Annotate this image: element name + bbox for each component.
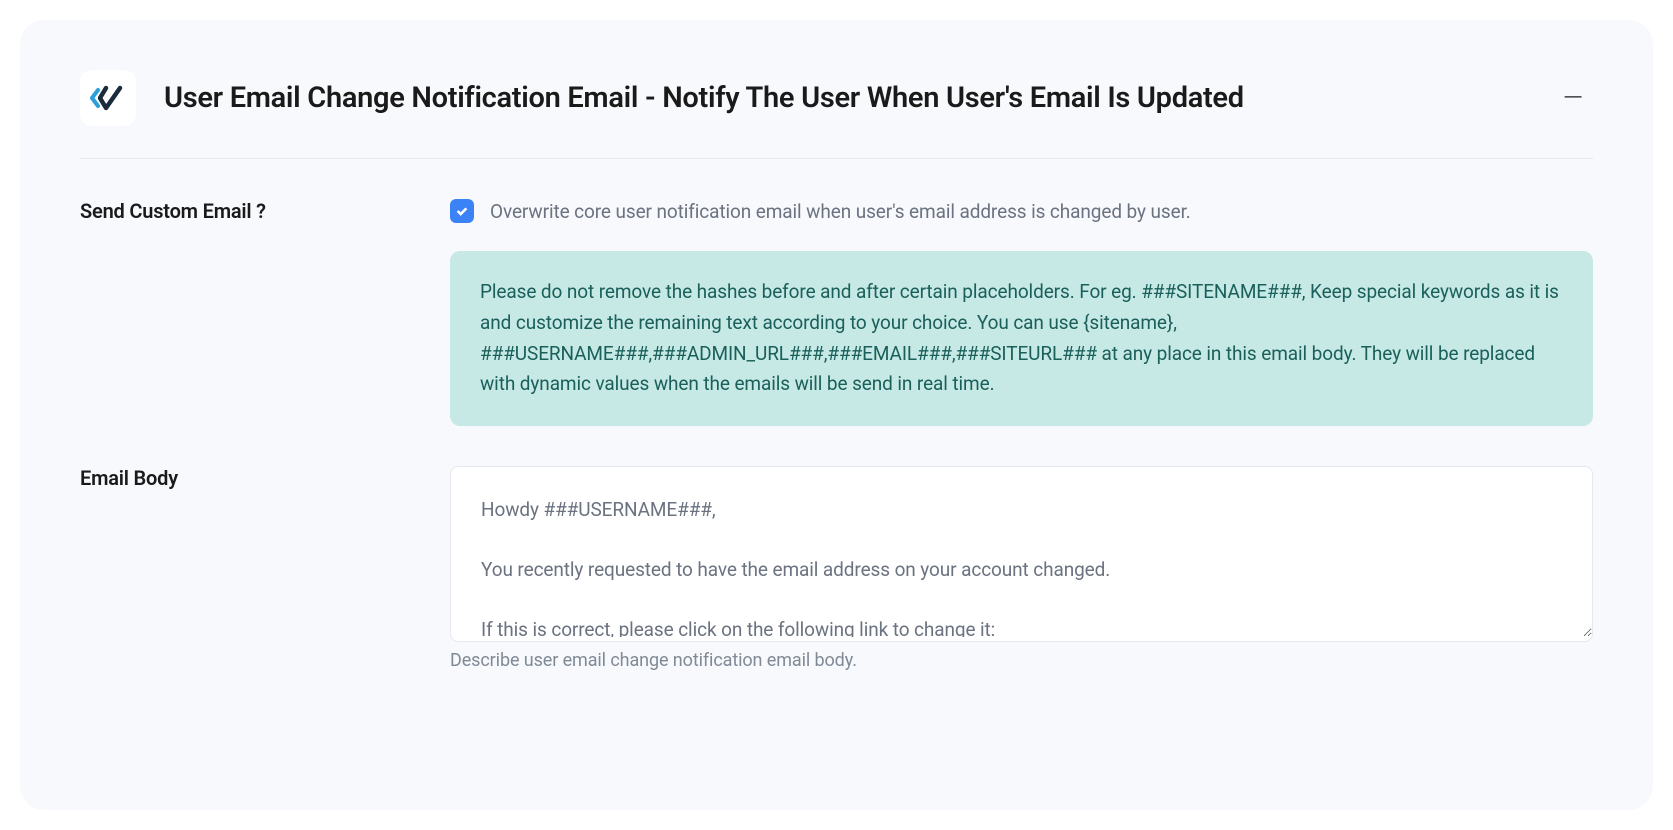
email-body-textarea[interactable]	[451, 467, 1592, 637]
email-body-label: Email Body	[80, 466, 450, 490]
panel-header: User Email Change Notification Email - N…	[80, 70, 1593, 159]
form-label-col: Email Body	[80, 466, 450, 490]
logo-icon	[90, 80, 126, 116]
form-label-col: Send Custom Email ?	[80, 199, 450, 223]
settings-panel: User Email Change Notification Email - N…	[20, 20, 1653, 810]
form-row-send-custom: Send Custom Email ? Overwrite core user …	[80, 199, 1593, 426]
send-custom-email-checkbox[interactable]	[450, 199, 474, 223]
send-custom-email-label: Send Custom Email ?	[80, 199, 450, 223]
checkbox-row: Overwrite core user notification email w…	[450, 199, 1593, 223]
panel-title: User Email Change Notification Email - N…	[164, 81, 1244, 115]
send-custom-email-description: Overwrite core user notification email w…	[490, 200, 1191, 223]
logo-box	[80, 70, 136, 126]
form-control-col: Describe user email change notification …	[450, 466, 1593, 671]
check-icon	[455, 204, 469, 218]
form-row-email-body: Email Body Describe user email change no…	[80, 466, 1593, 671]
collapse-button[interactable]: —	[1553, 83, 1593, 113]
textarea-wrapper	[450, 466, 1593, 642]
info-box: Please do not remove the hashes before a…	[450, 251, 1593, 426]
form-control-col: Overwrite core user notification email w…	[450, 199, 1593, 426]
header-left: User Email Change Notification Email - N…	[80, 70, 1244, 126]
email-body-helper: Describe user email change notification …	[450, 650, 1593, 671]
